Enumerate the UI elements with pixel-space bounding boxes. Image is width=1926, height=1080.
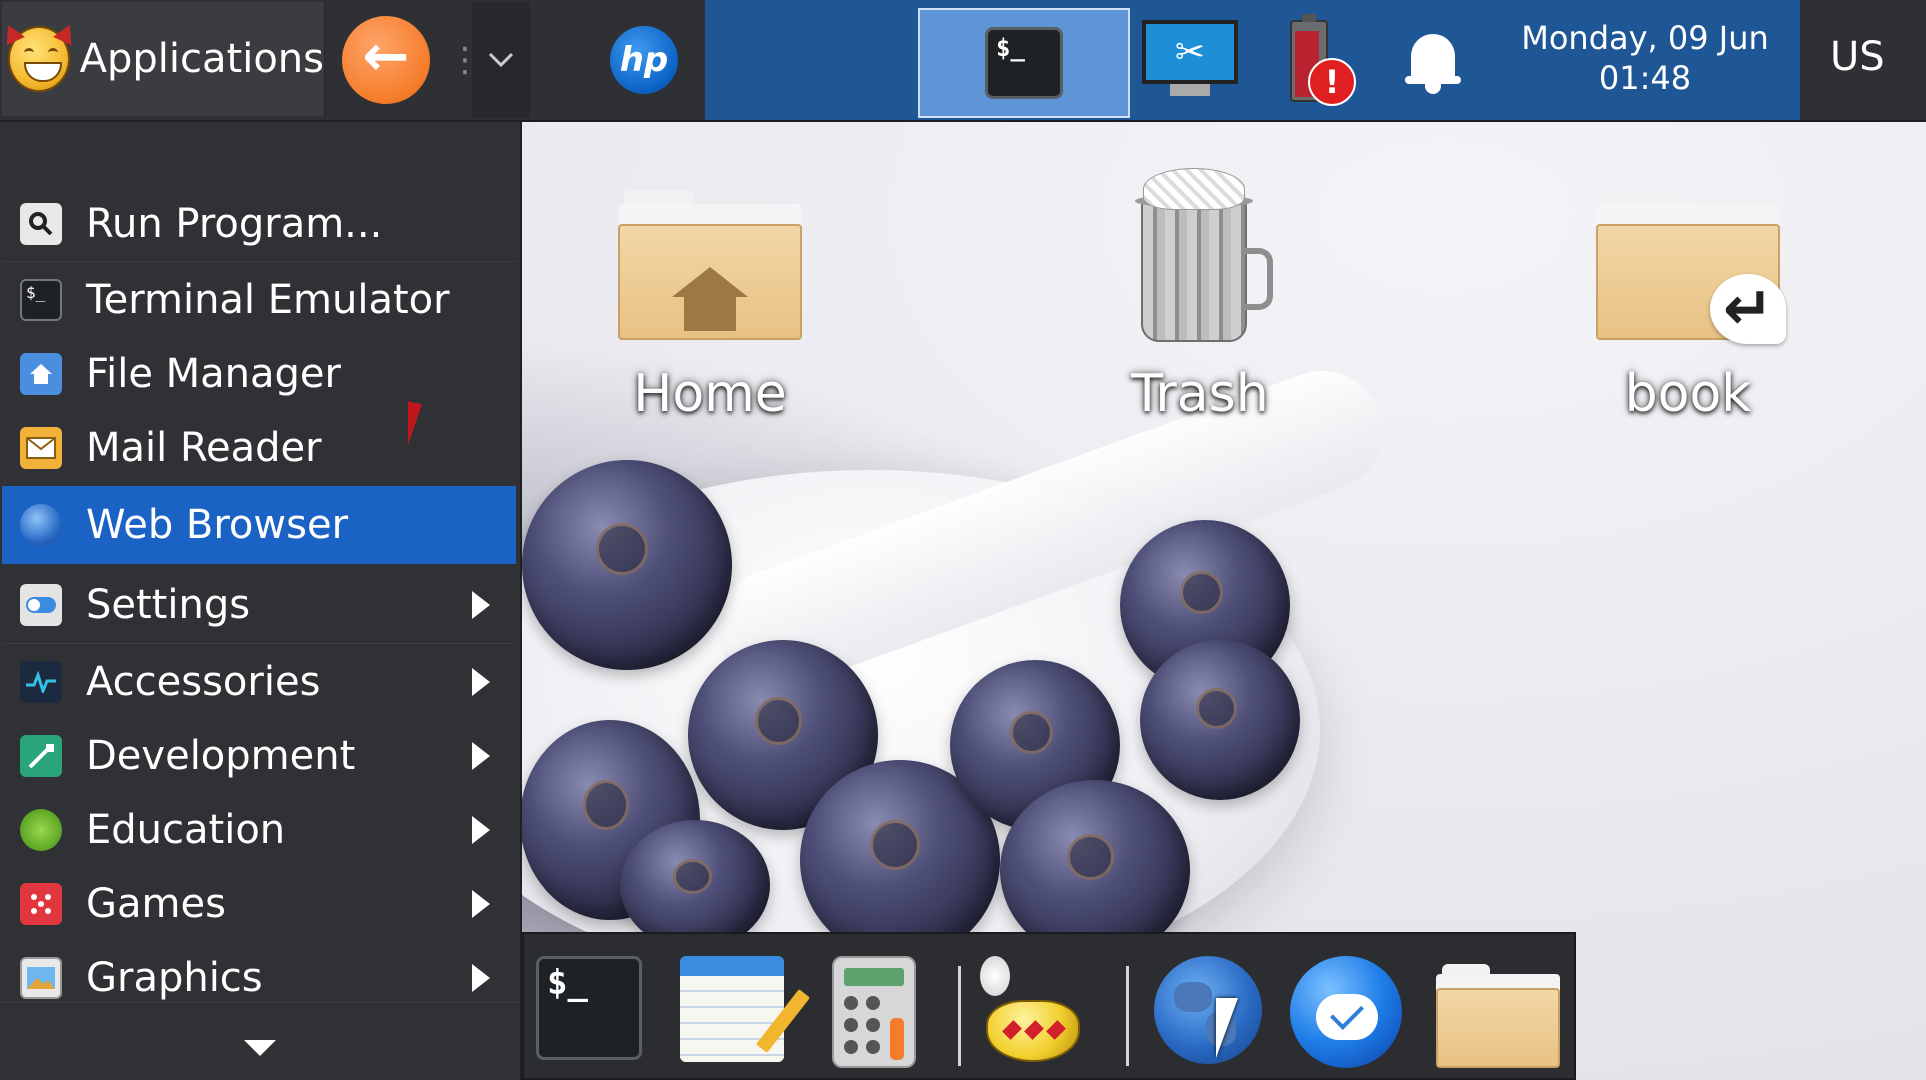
taskbar-terminal-button[interactable]: $_ [918, 8, 1130, 118]
submenu-arrow-icon [472, 742, 490, 770]
dock-item-file-manager[interactable] [1436, 964, 1560, 1074]
applications-menu: Run Program... $_ Terminal Emulator File… [0, 122, 522, 1080]
dock-item-calculator[interactable] [820, 956, 930, 1068]
desktop-icon-label: Trash [1131, 364, 1269, 424]
menu-item-graphics[interactable]: Graphics [2, 942, 516, 1014]
menu-item-label: Run Program... [86, 200, 383, 247]
menu-item-label: Mail Reader [86, 425, 322, 471]
graphics-icon [20, 957, 62, 999]
screenshot-icon: ✂ [1142, 20, 1238, 84]
menu-item-education[interactable]: Education [2, 794, 516, 866]
thunderbird-icon [1290, 956, 1402, 1068]
desktop-icon-label: Home [633, 364, 787, 424]
dock: $_ [522, 932, 1576, 1080]
keyboard-layout-indicator[interactable]: US [1830, 34, 1885, 80]
menu-item-label: Games [86, 881, 226, 927]
menu-item-label: Web Browser [86, 502, 349, 548]
globe-icon [20, 504, 62, 546]
top-panel: Applications ← ⋮ hp $_ ✂ ! Monday, 09 Ju… [0, 0, 1926, 122]
menu-item-games[interactable]: Games [2, 868, 516, 940]
mail-icon [20, 427, 62, 469]
arrow-left-icon: ← [362, 24, 410, 89]
applications-label: Applications [79, 36, 324, 82]
search-icon [20, 202, 62, 245]
trash-icon [1125, 168, 1275, 348]
menu-item-label: Terminal Emulator [86, 277, 450, 323]
dock-item-web-browser[interactable] [1154, 956, 1264, 1066]
desktop-icon-book[interactable]: ↵ book [1558, 190, 1818, 424]
menu-item-mail-reader[interactable]: Mail Reader [2, 412, 516, 484]
menu-item-label: File Manager [86, 351, 341, 397]
dock-separator [1126, 966, 1129, 1066]
submenu-arrow-icon [472, 668, 490, 696]
notepad-icon [680, 956, 811, 1062]
mouse-cursor-icon [408, 401, 436, 451]
terminal-icon: $_ [20, 279, 62, 321]
menu-item-accessories[interactable]: Accessories [2, 646, 516, 718]
menu-item-label: Settings [86, 581, 251, 628]
panel-clock[interactable]: Monday, 09 Jun 01:48 [1500, 18, 1790, 98]
wallpaper-berry [1140, 640, 1300, 800]
genie-lamp-icon [976, 956, 1086, 1066]
panel-collapse-button[interactable] [472, 2, 530, 118]
clock-date: Monday, 09 Jun [1521, 19, 1769, 57]
terminal-icon: $_ [536, 956, 642, 1060]
wallpaper-berry [522, 460, 732, 670]
submenu-arrow-icon [472, 890, 490, 918]
applications-logo-icon [10, 28, 68, 90]
dock-item-mail-client[interactable] [1290, 956, 1402, 1068]
menu-item-development[interactable]: Development [2, 720, 516, 792]
applications-menu-button[interactable]: Applications [2, 2, 325, 116]
battery-warning-icon: ! [1308, 58, 1356, 106]
education-icon [20, 809, 62, 851]
development-icon [20, 735, 62, 777]
menu-item-terminal-emulator[interactable]: $_ Terminal Emulator [2, 264, 516, 336]
hp-logo-icon[interactable]: hp [610, 26, 678, 94]
dice-icon [20, 883, 62, 925]
menu-scroll-down-icon[interactable] [244, 1040, 276, 1056]
clock-time: 01:48 [1598, 59, 1692, 97]
desktop-icon-home[interactable]: Home [580, 190, 840, 424]
chevron-down-icon [488, 52, 514, 68]
dock-item-terminal[interactable]: $_ [536, 956, 646, 1066]
submenu-arrow-icon [472, 816, 490, 844]
screenshot-tool-button[interactable]: ✂ [1142, 20, 1238, 96]
desktop-icon-trash[interactable]: Trash [1070, 168, 1330, 424]
menu-item-label: Development [86, 733, 356, 779]
notification-bell-icon[interactable] [1405, 28, 1461, 94]
submenu-arrow-icon [472, 964, 490, 992]
back-button[interactable]: ← [342, 16, 430, 104]
menu-item-run-program[interactable]: Run Program... [2, 186, 516, 262]
folder-link-icon: ↵ [1596, 190, 1786, 344]
wallpaper-berry [620, 820, 770, 950]
dock-item-app-finder[interactable] [976, 956, 1086, 1066]
dock-item-text-editor[interactable] [680, 956, 811, 1066]
calculator-icon [832, 956, 916, 1068]
terminal-icon: $_ [985, 27, 1063, 99]
home-folder-icon [618, 190, 802, 340]
menu-item-settings[interactable]: Settings [2, 566, 516, 644]
dock-separator [958, 966, 961, 1066]
globe-icon [1154, 956, 1262, 1064]
menu-item-label: Education [86, 807, 286, 853]
accessories-icon [20, 661, 62, 703]
folder-home-icon [20, 353, 62, 395]
menu-item-label: Accessories [86, 659, 321, 705]
submenu-arrow-icon [472, 590, 490, 619]
menu-item-web-browser[interactable]: Web Browser [2, 486, 516, 564]
menu-item-file-manager[interactable]: File Manager [2, 338, 516, 410]
desktop-icon-label: book [1624, 364, 1752, 424]
settings-toggle-icon [20, 583, 62, 626]
menu-divider [0, 1002, 520, 1003]
folder-icon [1436, 964, 1560, 1068]
menu-item-label: Graphics [86, 955, 263, 1001]
